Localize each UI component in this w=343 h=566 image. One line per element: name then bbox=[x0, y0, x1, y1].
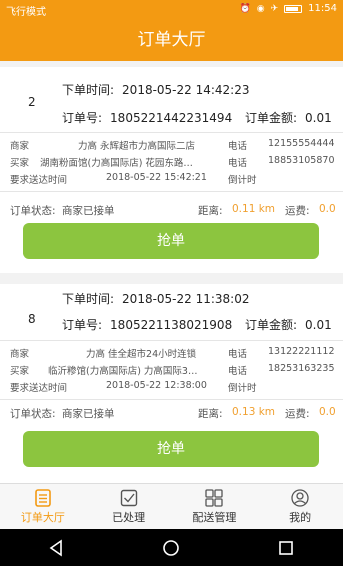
distance-label: 距离: bbox=[198, 408, 223, 420]
divider bbox=[0, 132, 343, 133]
order-no-label: 订单号: bbox=[62, 318, 103, 332]
status-label: 订单状态: bbox=[10, 408, 56, 420]
merchant-name: 力高 永辉超市力高国际二店 bbox=[78, 141, 196, 152]
grab-order-button[interactable]: 抢单 bbox=[23, 431, 319, 467]
buyer-phone[interactable]: 18253163235 bbox=[268, 363, 335, 374]
deliver-row: 要求送达时间 2018-05-22 12:38:00 倒计时 bbox=[10, 380, 340, 394]
grab-order-button[interactable]: 抢单 bbox=[23, 223, 319, 259]
order-no-label: 订单号: bbox=[62, 111, 103, 125]
back-icon[interactable] bbox=[46, 537, 68, 559]
battery-icon bbox=[284, 4, 303, 13]
merchant-row: 商家 力高 永辉超市力高国际二店 电话 12155554444 bbox=[10, 138, 340, 152]
tab-label: 我的 bbox=[289, 511, 312, 524]
order-status-row: 订单状态: 商家已接单 距离: 0.11 km 运费: 0.0 bbox=[10, 203, 340, 217]
order-time-label: 下单时间: bbox=[62, 292, 115, 306]
tab-order-hall[interactable]: 订单大厅 bbox=[0, 484, 86, 530]
deliver-label: 要求送达时间 bbox=[10, 175, 68, 186]
amount-row: 订单金额: 0.01 bbox=[245, 109, 332, 126]
grid-icon bbox=[205, 489, 224, 507]
merchant-row: 商家 力高 佳全超市24小时连锁 电话 13122221112 bbox=[10, 346, 340, 360]
home-icon[interactable] bbox=[160, 537, 182, 559]
tab-processed[interactable]: 已处理 bbox=[86, 484, 172, 530]
deliver-row: 要求送达时间 2018-05-22 15:42:21 倒计时 bbox=[10, 172, 340, 186]
merchant-label: 商家 bbox=[10, 141, 30, 152]
countdown-label: 倒计时 bbox=[228, 383, 257, 394]
divider bbox=[0, 191, 343, 192]
tab-label: 已处理 bbox=[112, 511, 146, 524]
tab-label: 订单大厅 bbox=[20, 511, 65, 524]
amount-value: 0.01 bbox=[305, 318, 332, 332]
countdown-label: 倒计时 bbox=[228, 175, 257, 186]
tab-mine[interactable]: 我的 bbox=[257, 484, 343, 530]
order-no-row: 订单号: 1805221138021908 bbox=[62, 316, 232, 333]
order-time-value: 2018-05-22 14:42:23 bbox=[122, 83, 250, 97]
deliver-time: 2018-05-22 15:42:21 bbox=[106, 172, 207, 183]
merchant-phone[interactable]: 12155554444 bbox=[268, 138, 335, 149]
fee-label: 运费: bbox=[285, 408, 310, 420]
divider bbox=[0, 340, 343, 341]
amount-value: 0.01 bbox=[305, 111, 332, 125]
buyer-phone[interactable]: 18853105870 bbox=[268, 155, 335, 166]
tab-label: 配送管理 bbox=[192, 511, 237, 524]
distance-value: 0.11 km bbox=[232, 203, 276, 215]
order-time-value: 2018-05-22 11:38:02 bbox=[122, 292, 250, 306]
buyer-name: 临沂糁馆(力高国际店) 力高国际3… bbox=[48, 366, 198, 377]
list-icon bbox=[34, 489, 52, 507]
order-time-row: 下单时间: 2018-05-22 11:38:02 bbox=[62, 290, 250, 307]
buyer-label: 买家 bbox=[10, 158, 30, 169]
buyer-name: 湖南粉面馆(力高国际店) 花园东路… bbox=[40, 158, 193, 169]
status-label: 订单状态: bbox=[10, 205, 56, 217]
order-time-row: 下单时间: 2018-05-22 14:42:23 bbox=[62, 81, 250, 98]
buyer-phone-label: 电话 bbox=[228, 366, 248, 377]
order-index: 2 bbox=[28, 95, 36, 109]
order-no-value: 1805221442231494 bbox=[110, 111, 233, 125]
amount-label: 订单金额: bbox=[245, 318, 298, 332]
airplane-icon: ✈ bbox=[270, 3, 279, 14]
user-icon bbox=[291, 489, 309, 507]
amount-label: 订单金额: bbox=[245, 111, 298, 125]
deliver-label: 要求送达时间 bbox=[10, 383, 68, 394]
status-icons: ⏰ ◉ ✈ 11:54 bbox=[240, 3, 337, 14]
bottom-tab-bar: 订单大厅 已处理 配送管理 我的 bbox=[0, 483, 343, 530]
order-index: 8 bbox=[28, 312, 36, 326]
distance-label: 距离: bbox=[198, 205, 223, 217]
check-box-icon bbox=[120, 489, 138, 507]
page-title: 订单大厅 bbox=[0, 19, 343, 61]
order-card[interactable]: 2 下单时间: 2018-05-22 14:42:23 订单号: 180522144… bbox=[0, 67, 343, 273]
buyer-row: 买家 临沂糁馆(力高国际店) 力高国际3… 电话 18253163235 bbox=[10, 363, 340, 377]
order-no-row: 订单号: 1805221442231494 bbox=[62, 109, 232, 126]
order-time-label: 下单时间: bbox=[62, 83, 115, 97]
merchant-name: 力高 佳全超市24小时连锁 bbox=[86, 349, 197, 360]
recent-apps-icon[interactable] bbox=[275, 537, 297, 559]
alarm-icon: ⏰ bbox=[239, 3, 251, 14]
fee-label: 运费: bbox=[285, 205, 310, 217]
status-bar: 飞行模式 ⏰ ◉ ✈ 11:54 bbox=[0, 0, 343, 19]
divider bbox=[0, 399, 343, 400]
fee-value: 0.0 bbox=[319, 406, 336, 418]
merchant-phone[interactable]: 13122221112 bbox=[268, 346, 335, 357]
system-nav-bar bbox=[0, 529, 343, 566]
fee-value: 0.0 bbox=[319, 203, 336, 215]
buyer-row: 买家 湖南粉面馆(力高国际店) 花园东路… 电话 18853105870 bbox=[10, 155, 340, 169]
amount-row: 订单金额: 0.01 bbox=[245, 316, 332, 333]
buyer-label: 买家 bbox=[10, 366, 30, 377]
status-time: 11:54 bbox=[308, 3, 337, 14]
merchant-label: 商家 bbox=[10, 349, 30, 360]
merchant-phone-label: 电话 bbox=[228, 141, 248, 152]
status-value: 商家已接单 bbox=[62, 205, 115, 217]
tab-delivery[interactable]: 配送管理 bbox=[172, 484, 258, 530]
order-list[interactable]: 2 下单时间: 2018-05-22 14:42:23 订单号: 180522144… bbox=[0, 61, 343, 483]
order-status-row: 订单状态: 商家已接单 距离: 0.13 km 运费: 0.0 bbox=[10, 406, 340, 420]
status-left-text: 飞行模式 bbox=[6, 7, 46, 18]
eye-icon: ◉ bbox=[256, 3, 265, 14]
buyer-phone-label: 电话 bbox=[228, 158, 248, 169]
merchant-phone-label: 电话 bbox=[228, 349, 248, 360]
status-value: 商家已接单 bbox=[62, 408, 115, 420]
order-card[interactable]: 8 下单时间: 2018-05-22 11:38:02 订单号: 180522113… bbox=[0, 284, 343, 483]
deliver-time: 2018-05-22 12:38:00 bbox=[106, 380, 207, 391]
order-no-value: 1805221138021908 bbox=[110, 318, 233, 332]
distance-value: 0.13 km bbox=[232, 406, 276, 418]
